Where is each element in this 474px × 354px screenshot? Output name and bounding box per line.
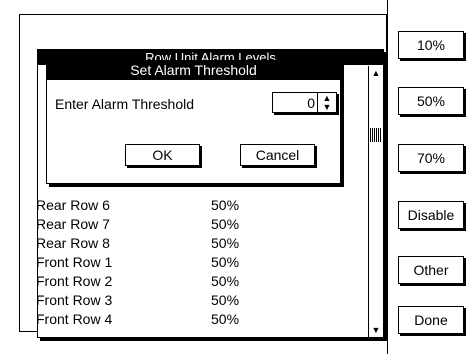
scroll-thumb[interactable] bbox=[370, 128, 381, 142]
row-value: 50% bbox=[211, 292, 240, 308]
side-button-10-percent[interactable]: 10% bbox=[398, 31, 464, 59]
threshold-stepper[interactable]: 0 ▲ ▼ bbox=[272, 92, 337, 113]
row-value: 50% bbox=[211, 197, 240, 213]
side-button-disable[interactable]: Disable bbox=[398, 201, 464, 229]
threshold-label: Enter Alarm Threshold bbox=[55, 96, 195, 112]
row-name: Rear Row 6 bbox=[36, 197, 110, 213]
row-value: 50% bbox=[211, 254, 240, 270]
scroll-up-icon[interactable]: ▲ bbox=[369, 66, 383, 80]
scroll-down-icon[interactable]: ▼ bbox=[369, 323, 383, 337]
row-value: 50% bbox=[211, 273, 240, 289]
side-button-done[interactable]: Done bbox=[398, 306, 464, 334]
row-value: 50% bbox=[211, 235, 240, 251]
row-name: Rear Row 7 bbox=[36, 216, 110, 232]
row-name: Front Row 4 bbox=[36, 311, 113, 327]
row-name: Front Row 1 bbox=[36, 254, 113, 270]
threshold-value[interactable]: 0 bbox=[307, 95, 315, 111]
dialog-title: Set Alarm Threshold bbox=[47, 61, 340, 80]
row-name: Front Row 3 bbox=[36, 292, 113, 308]
up-down-arrows-icon[interactable]: ▲ ▼ bbox=[317, 93, 336, 112]
side-button-50-percent[interactable]: 50% bbox=[398, 87, 464, 115]
side-button-70-percent[interactable]: 70% bbox=[398, 144, 464, 172]
set-threshold-dialog: Set Alarm Threshold Enter Alarm Threshol… bbox=[46, 60, 341, 184]
side-button-other[interactable]: Other bbox=[398, 256, 464, 284]
row-name: Front Row 2 bbox=[36, 273, 113, 289]
row-value: 50% bbox=[211, 311, 240, 327]
row-value: 50% bbox=[211, 216, 240, 232]
cancel-button[interactable]: Cancel bbox=[240, 144, 315, 166]
row-name: Rear Row 8 bbox=[36, 235, 110, 251]
scrollbar[interactable]: ▲ ▼ bbox=[368, 66, 383, 337]
ok-button[interactable]: OK bbox=[125, 144, 200, 166]
